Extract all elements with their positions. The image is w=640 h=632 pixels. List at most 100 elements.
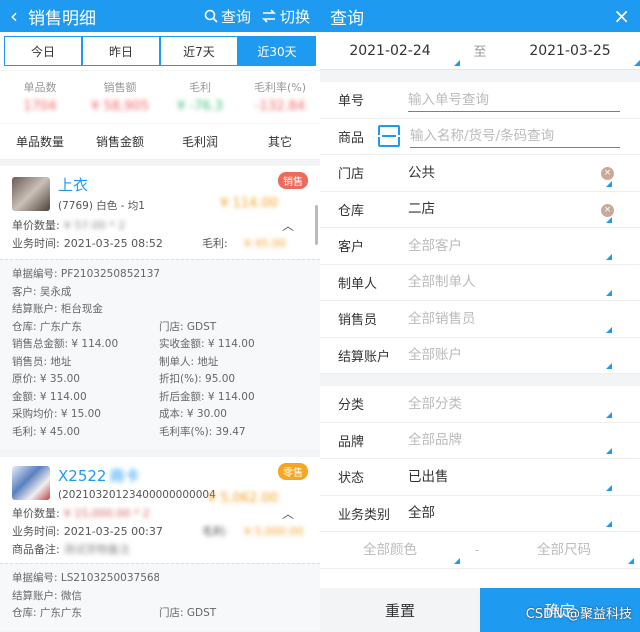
detail-field (159, 588, 308, 606)
filter-select[interactable]: 已出售 (408, 459, 612, 495)
detail-row: 销售员: 地址 制单人: 地址 (12, 354, 308, 372)
filter-row-4: 客户 全部客户 (320, 228, 640, 265)
query-label: 查询 (220, 7, 251, 26)
qty-label: 单价数量: (12, 219, 60, 232)
filter-select[interactable]: 全部制单人 (408, 264, 612, 300)
sales-header: ‹ 销售明细 查询 切换 (0, 0, 320, 32)
detail-row: 毛利: ¥ 45.00 毛利率(%): 39.47 (12, 424, 308, 442)
filter-label: 销售员 (338, 313, 378, 329)
detail-row: 单据编号: LS2103250037568768 (12, 570, 308, 588)
sort-other[interactable]: 其它 (240, 133, 320, 150)
filter-value: 全部品牌 (408, 432, 462, 449)
retail-badge: 零售 (278, 463, 308, 480)
time-value: 2021-03-25 08:52 (63, 237, 163, 250)
chevron-up-icon[interactable]: ︿ (282, 505, 294, 523)
filter-label: 制单人 (338, 276, 378, 292)
filter-row-3: 仓库 二店 × (320, 191, 640, 228)
sort-sales-amount[interactable]: 销售金额 (80, 133, 160, 150)
close-icon[interactable]: × (613, 4, 630, 28)
time-row: 业务时间: 2021-03-25 00:37 毛利: ¥ 5,000.00 (12, 523, 308, 541)
switch-button[interactable]: 切换 (261, 6, 310, 27)
note-row: 商品备注: 测试货物备注 (12, 541, 308, 559)
filter-value: 全部账户 (408, 347, 462, 364)
dropdown-icon (604, 386, 612, 422)
filter-select[interactable]: 全部账户 (408, 337, 612, 373)
filter-group-2: 分类 全部分类 品牌 全部品牌 状态 已出售 业务类别 全部 (320, 386, 640, 532)
detail-field (159, 570, 308, 588)
detail-field: 折扣(%): 95.00 (159, 373, 236, 385)
product-name[interactable]: 上衣 (58, 174, 145, 195)
sales-detail-panel: ‹ 销售明细 查询 切换 今日 昨日 近7天 近30天 单品数 1704 销售额 ¥… (0, 0, 320, 632)
back-icon[interactable]: ‹ (0, 0, 28, 32)
size-select[interactable]: 全部尺码 (494, 532, 634, 568)
filter-select[interactable]: 全部 (408, 495, 612, 531)
section-gap (320, 70, 640, 82)
start-date-picker[interactable]: 2021-02-24 (320, 32, 460, 70)
product-name-blurred: 商卡 (109, 467, 140, 485)
end-date-picker[interactable]: 2021-03-25 (500, 32, 640, 70)
detail-row: 销售总金额: ¥ 114.00 实收金额: ¥ 114.00 (12, 336, 308, 354)
qty-row: 单价数量: ¥ 57.00 * 2 ︿ (12, 217, 308, 235)
search-icon (204, 9, 218, 23)
filter-row-1: 商品 输入名称/货号/条码查询 (320, 119, 640, 155)
filter-select[interactable]: 全部分类 (408, 386, 612, 422)
product-price: ¥ 5,062.00 (207, 491, 278, 506)
filter-select[interactable]: 全部客户 (408, 228, 612, 264)
kpi-label: 毛利 (189, 81, 211, 94)
filter-input[interactable]: 输入单号查询 (408, 88, 620, 112)
filter-select[interactable]: 公共 (408, 155, 612, 191)
filter-select[interactable]: 全部销售员 (408, 301, 612, 337)
query-button[interactable]: 查询 (204, 6, 251, 27)
filter-value: 全部分类 (408, 395, 462, 412)
tab-7-days[interactable]: 近7天 (160, 36, 238, 66)
order-details: 单据编号: LS2103250037568768 结算账户: 微信仓库: 广东广东… (0, 563, 320, 631)
note-value: 测试货物备注 (63, 543, 130, 556)
kpi-label: 销售额 (103, 81, 137, 94)
filter-value: 二店 (408, 201, 435, 218)
filter-row-3: 业务类别 全部 (320, 495, 640, 532)
sort-profit[interactable]: 毛利润 (160, 133, 240, 150)
tab-yesterday[interactable]: 昨日 (82, 36, 160, 66)
filter-label: 品牌 (338, 434, 365, 450)
filter-row-0: 单号 输入单号查询 (320, 82, 640, 119)
sort-bar: 单品数量 销售金额 毛利润 其它 (0, 124, 320, 160)
filter-select[interactable]: 二店 (408, 191, 612, 227)
reset-button[interactable]: 重置 (320, 588, 480, 632)
detail-field: 折后金额: ¥ 114.00 (159, 390, 255, 403)
scrollbar[interactable] (315, 205, 318, 245)
product-name-text: X2522 (58, 467, 107, 485)
tab-30-days[interactable]: 近30天 (238, 36, 316, 66)
product-name[interactable]: X2522 商卡 (58, 465, 216, 486)
detail-row: 原价: ¥ 35.00 折扣(%): 95.00 (12, 371, 308, 389)
qty-value: ¥ 15,000.00 * 2 (63, 507, 150, 520)
dropdown-icon (452, 532, 460, 568)
dropdown-icon (604, 495, 612, 531)
clear-icon[interactable]: × (601, 203, 614, 217)
color-select[interactable]: 全部颜色 (320, 532, 460, 568)
clear-icon[interactable]: × (601, 167, 614, 180)
detail-row: 仓库: 广东广东 门店: GDST (12, 605, 308, 623)
chevron-up-icon[interactable]: ︿ (282, 217, 294, 235)
filter-select[interactable]: 全部品牌 (408, 422, 612, 458)
filter-label: 客户 (338, 240, 365, 256)
query-title: 查询 (330, 8, 364, 29)
detail-row: 金额: ¥ 114.00 折后金额: ¥ 114.00 (12, 389, 308, 407)
filter-value: 已出售 (408, 468, 449, 485)
tab-today[interactable]: 今日 (4, 36, 82, 66)
product-price: ¥ 114.00 (220, 196, 278, 211)
detail-field: 单据编号: PF2103250852137263 (12, 268, 159, 280)
kpi-item-count: 单品数 1704 (0, 71, 80, 123)
dropdown-icon (604, 264, 612, 300)
sort-quantity[interactable]: 单品数量 (0, 133, 80, 150)
list-item[interactable]: 零售 X2522 商卡 (20210320123400000000004 ¥ 5,… (0, 457, 320, 563)
query-header: 查询 × (320, 0, 640, 32)
filter-input[interactable]: 输入名称/货号/条码查询 (410, 124, 620, 149)
kpi-margin: 毛利率(%) -132.84 (240, 71, 320, 123)
detail-row: 单据编号: PF2103250852137263 (12, 266, 308, 284)
watermark: CSDN @聚益科技 (525, 607, 632, 622)
dropdown-icon (604, 228, 612, 264)
list-item[interactable]: 销售 上衣 (7769) 白色 - 均1 ¥ 114.00 单价数量: ¥ 57.… (0, 166, 320, 259)
scan-icon[interactable] (377, 125, 401, 148)
detail-field: 销售总金额: ¥ 114.00 (12, 338, 119, 350)
qty-row: 单价数量: ¥ 15,000.00 * 2 ︿ (12, 505, 308, 523)
